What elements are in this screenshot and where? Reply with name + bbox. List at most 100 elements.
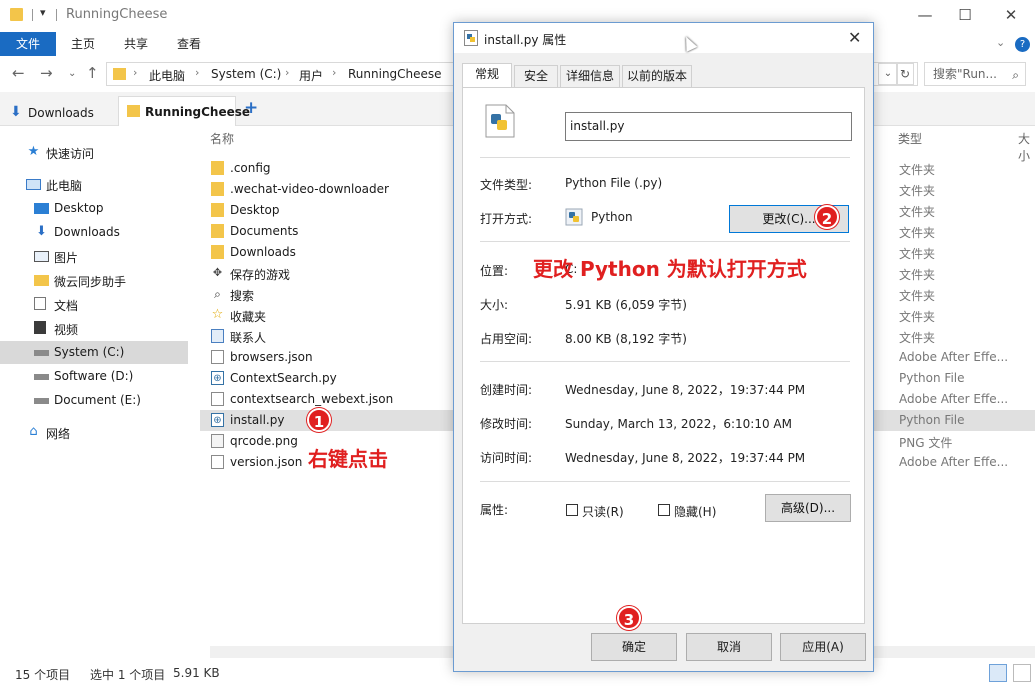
divider xyxy=(480,361,850,362)
sidebar-item-software-d[interactable]: Software (D:) xyxy=(0,365,188,388)
created-label: 创建时间: xyxy=(480,383,533,397)
sidebar-item-documents[interactable]: 文档 xyxy=(0,293,188,316)
file-type: Python File xyxy=(899,413,965,427)
apply-button[interactable]: 应用(A) xyxy=(780,633,866,661)
chevron-right-icon: › xyxy=(195,66,200,79)
ribbon-tab-file[interactable]: 文件 xyxy=(0,32,56,56)
json-file-icon xyxy=(211,455,224,469)
sidebar-item-network[interactable]: ⌂ 网络 xyxy=(0,421,188,444)
hidden-checkbox[interactable] xyxy=(658,504,670,516)
up-arrow-icon[interactable]: ↑ xyxy=(86,64,99,82)
network-icon: ⌂ xyxy=(29,424,38,439)
star-icon: ★ xyxy=(27,144,40,159)
minimize-button[interactable]: — xyxy=(910,4,940,26)
sidebar-item-quick-access[interactable]: ★ 快速访问 xyxy=(0,141,188,164)
file-type: 文件夹 xyxy=(899,205,936,219)
json-file-icon xyxy=(211,392,224,406)
properties-dialog: install.py 属性 ✕ 常规 安全 详细信息 以前的版本 install… xyxy=(453,22,874,672)
file-type: 文件夹 xyxy=(899,184,936,198)
dialog-close-button[interactable]: ✕ xyxy=(848,28,861,47)
folder-icon xyxy=(127,105,140,117)
tab-details[interactable]: 详细信息 xyxy=(560,65,620,87)
ribbon-tab-view[interactable]: 查看 xyxy=(177,32,201,56)
file-type: 文件夹 xyxy=(899,289,936,303)
divider xyxy=(480,481,850,482)
sidebar-item-label: Document (E:) xyxy=(54,393,141,407)
column-header-type[interactable]: 类型 xyxy=(898,130,922,147)
cancel-button[interactable]: 取消 xyxy=(686,633,772,661)
file-name: 联系人 xyxy=(230,331,267,345)
sidebar-item-weiyun[interactable]: 微云同步助手 xyxy=(0,269,188,292)
breadcrumb-users[interactable]: 用户 xyxy=(299,67,323,84)
file-type: 文件夹 xyxy=(899,310,936,324)
breadcrumb-runningcheese[interactable]: RunningCheese xyxy=(348,67,442,81)
sidebar-item-pictures[interactable]: 图片 xyxy=(0,245,188,268)
step-badge-2: 2 xyxy=(815,205,839,229)
column-header-name[interactable]: 名称 xyxy=(210,130,234,147)
status-selected-size: 5.91 KB xyxy=(173,666,220,680)
back-arrow-icon[interactable]: ← xyxy=(12,64,25,82)
file-type: PNG 文件 xyxy=(899,436,953,450)
games-icon: ✥ xyxy=(212,266,223,279)
sidebar-item-label: 文档 xyxy=(54,299,79,313)
search-input[interactable]: 搜索"Run... ⌕ xyxy=(924,62,1026,86)
file-name: 保存的游戏 xyxy=(230,268,291,282)
folder-icon xyxy=(113,68,126,80)
sidebar-item-downloads[interactable]: ⬇ Downloads xyxy=(0,221,188,244)
address-dropdown-icon[interactable]: ⌄ xyxy=(878,63,898,85)
folder-icon xyxy=(10,8,23,21)
tab-security[interactable]: 安全 xyxy=(514,65,558,87)
maximize-button[interactable]: ☐ xyxy=(950,4,980,26)
forward-arrow-icon[interactable]: → xyxy=(40,64,53,82)
sidebar-item-system-c[interactable]: System (C:) xyxy=(0,341,188,364)
sidebar-item-label: 快速访问 xyxy=(46,147,95,161)
hidden-label: 隐藏(H) xyxy=(674,505,717,519)
file-name: .wechat-video-downloader xyxy=(230,182,389,196)
file-type: 文件夹 xyxy=(899,226,936,240)
sidebar-item-desktop[interactable]: Desktop xyxy=(0,197,188,220)
details-view-icon[interactable] xyxy=(989,664,1007,682)
refresh-icon[interactable]: ↻ xyxy=(896,63,914,85)
readonly-checkbox[interactable] xyxy=(566,504,578,516)
breadcrumb-this-pc[interactable]: 此电脑 xyxy=(149,67,185,84)
new-tab-button[interactable]: + xyxy=(244,98,258,118)
folder-icon xyxy=(211,203,224,217)
file-name: Downloads xyxy=(230,245,296,259)
annotation-change-default: 更改 Python 为默认打开方式 xyxy=(533,257,807,281)
large-icons-view-icon[interactable] xyxy=(1013,664,1031,682)
file-name: qrcode.png xyxy=(230,434,298,448)
file-type: Adobe After Effe... xyxy=(899,350,1009,364)
sidebar-item-this-pc[interactable]: 此电脑 xyxy=(0,173,188,196)
tab-runningcheese[interactable]: RunningCheese xyxy=(118,96,250,126)
advanced-button[interactable]: 高级(D)... xyxy=(765,494,851,522)
modified-label: 修改时间: xyxy=(480,417,533,431)
file-type: 文件夹 xyxy=(899,331,936,345)
drive-icon xyxy=(34,374,49,380)
file-type: Adobe After Effe... xyxy=(899,392,1009,406)
file-name: Desktop xyxy=(230,203,280,217)
ribbon-tab-home[interactable]: 主页 xyxy=(71,32,95,56)
size-value: 5.91 KB (6,059 字节) xyxy=(565,298,687,312)
sidebar-item-document-e[interactable]: Document (E:) xyxy=(0,389,188,412)
file-type-label: 文件类型: xyxy=(480,178,533,192)
help-icon[interactable]: ? xyxy=(1015,37,1030,52)
annotation-right-click: 右键点击 xyxy=(308,447,388,471)
quick-access-dropdown-icon[interactable]: ▾ xyxy=(40,6,46,19)
sidebar-item-label: System (C:) xyxy=(54,345,125,359)
recent-dropdown-icon[interactable]: ⌄ xyxy=(68,68,76,79)
chevron-down-icon[interactable]: ⌄ xyxy=(996,36,1005,49)
filename-input[interactable]: install.py xyxy=(565,112,852,141)
drive-icon xyxy=(34,350,49,356)
ribbon-tab-share[interactable]: 共享 xyxy=(124,32,148,56)
tab-previous-versions[interactable]: 以前的版本 xyxy=(622,65,692,87)
folder-icon xyxy=(211,245,224,259)
breadcrumb-system-c[interactable]: System (C:) xyxy=(211,67,281,81)
step-badge-1: 1 xyxy=(307,408,331,432)
tab-downloads[interactable]: ⬇ Downloads xyxy=(6,96,116,126)
close-button[interactable]: ✕ xyxy=(996,4,1026,26)
file-name: install.py xyxy=(230,413,285,427)
tab-general[interactable]: 常规 xyxy=(462,63,512,88)
disk-size-value: 8.00 KB (8,192 字节) xyxy=(565,332,687,346)
ok-button[interactable]: 确定 xyxy=(591,633,677,661)
sidebar-item-videos[interactable]: 视频 xyxy=(0,317,188,340)
